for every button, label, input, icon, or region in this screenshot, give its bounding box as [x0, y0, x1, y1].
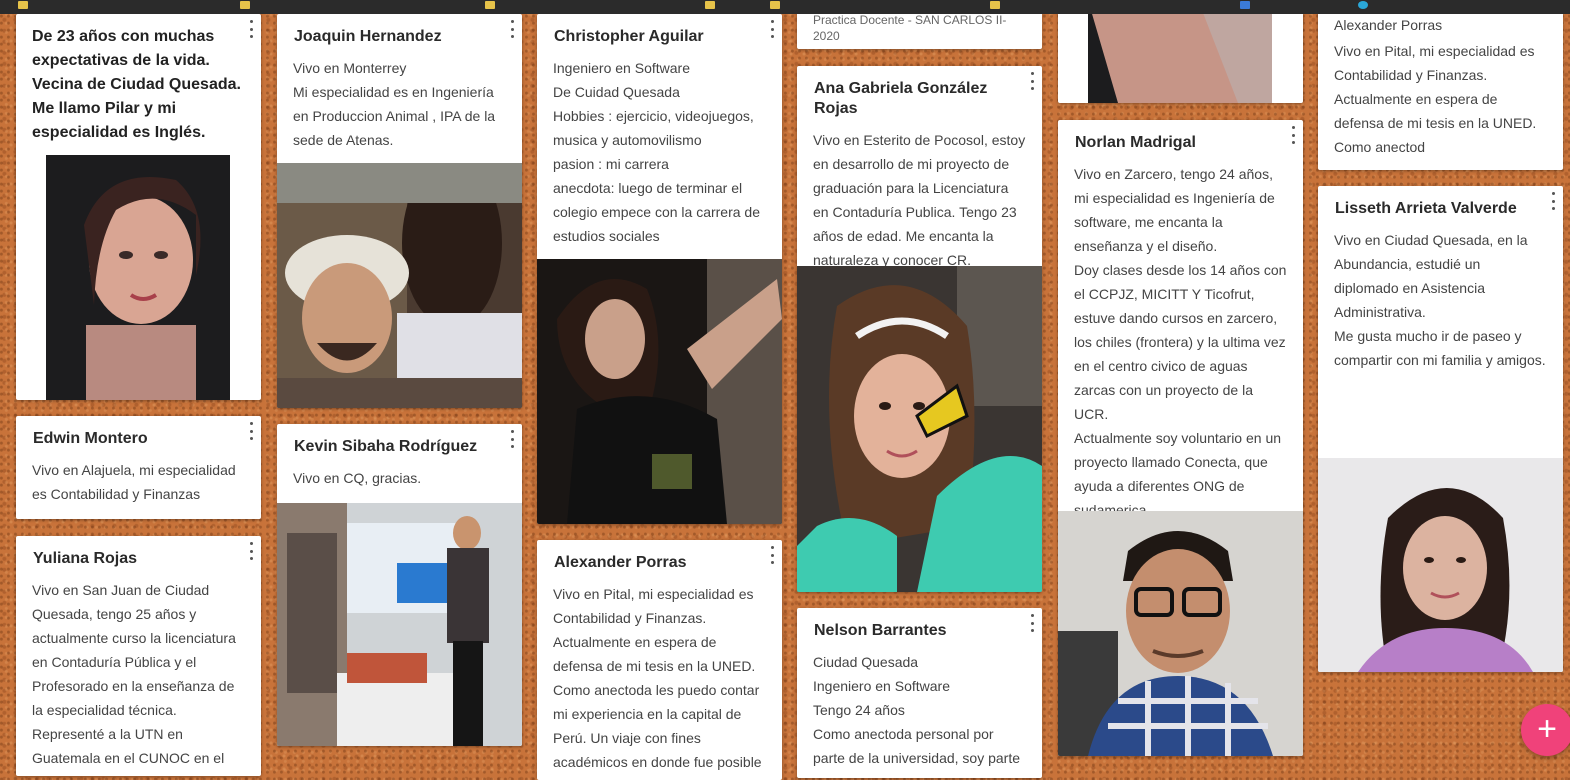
- post-body: Vivo en CQ, gracias.: [293, 470, 422, 486]
- man-with-glasses-photo: [1058, 511, 1303, 756]
- post-menu-button[interactable]: [1028, 71, 1036, 91]
- post-title: Alexander Porras: [1334, 17, 1443, 33]
- post-menu-button[interactable]: [1289, 125, 1297, 145]
- post-card-kevin[interactable]: Kevin Sibaha Rodríguez Vivo en CQ, graci…: [277, 424, 522, 746]
- post-card-alexander[interactable]: Alexander Porras Vivo en Pital, mi espec…: [537, 540, 782, 780]
- selfie-photo: [537, 259, 782, 524]
- bookmark-icon[interactable]: [1240, 1, 1250, 9]
- cropped-portrait-photo: [1088, 0, 1272, 103]
- post-photo[interactable]: [1318, 458, 1563, 672]
- post-menu-button[interactable]: [1028, 613, 1036, 633]
- link-source: padlet: [797, 46, 1042, 49]
- post-body: Vivo en Alajuela, mi especialidad es Con…: [32, 462, 236, 502]
- post-card-edwin[interactable]: Edwin Montero Vivo en Alajuela, mi espec…: [16, 416, 261, 519]
- woman-with-butterfly-photo: [797, 266, 1042, 592]
- post-body: De 23 años con muchas expectativas de la…: [32, 28, 241, 141]
- post-photo[interactable]: [797, 266, 1042, 592]
- post-title: Alexander Porras: [554, 554, 687, 571]
- post-body: Vivo en Esterito de Pocosol, estoy en de…: [813, 132, 1026, 268]
- post-photo[interactable]: [1058, 511, 1303, 756]
- post-card-christopher[interactable]: Christopher Aguilar Ingeniero en Softwar…: [537, 14, 782, 524]
- post-card-ana[interactable]: Ana Gabriela González Rojas Vivo en Este…: [797, 66, 1042, 592]
- post-card-nelson[interactable]: Nelson Barrantes Ciudad Quesada Ingenier…: [797, 608, 1042, 778]
- post-title: Nelson Barrantes: [814, 622, 947, 639]
- post-body: Vivo en Pital, mi especialidad es Contab…: [553, 586, 762, 770]
- plus-icon: +: [1537, 710, 1557, 748]
- post-menu-button[interactable]: [508, 429, 516, 449]
- post-card-norlan[interactable]: Norlan Madrigal Vivo en Zarcero, tengo 2…: [1058, 120, 1303, 756]
- post-body: Vivo en Zarcero, tengo 24 años, mi espec…: [1074, 166, 1287, 518]
- post-menu-button[interactable]: [247, 541, 255, 561]
- post-title: Kevin Sibaha Rodríguez: [294, 438, 478, 455]
- bookmark-folder-icon[interactable]: [18, 1, 28, 9]
- post-card-joaquin[interactable]: Joaquin Hernandez Vivo en Monterrey Mi e…: [277, 14, 522, 408]
- post-photo[interactable]: [1088, 0, 1272, 103]
- post-body: Ciudad Quesada Ingeniero en Software Ten…: [813, 654, 1021, 766]
- post-body: Ingeniero en Software De Cuidad Quesada …: [553, 60, 761, 244]
- post-card-lisseth[interactable]: Lisseth Arrieta Valverde Vivo en Ciudad …: [1318, 186, 1563, 672]
- bookmark-folder-icon[interactable]: [770, 1, 780, 9]
- post-body: Vivo en Monterrey Mi especialidad es en …: [293, 60, 496, 148]
- bookmark-folder-icon[interactable]: [485, 1, 495, 9]
- post-card-yuliana[interactable]: Yuliana Rojas Vivo en San Juan de Ciudad…: [16, 536, 261, 776]
- post-menu-button[interactable]: [247, 421, 255, 441]
- post-menu-button[interactable]: [508, 19, 516, 39]
- bookmark-folder-icon[interactable]: [705, 1, 715, 9]
- post-title: Joaquin Hernandez: [294, 28, 442, 45]
- man-with-horse-photo: [277, 163, 522, 408]
- post-body: Vivo en Pital, mi especialidad es Contab…: [1334, 43, 1537, 155]
- post-title: Yuliana Rojas: [33, 550, 138, 567]
- bookmark-folder-icon[interactable]: [240, 1, 250, 9]
- post-body: Vivo en Ciudad Quesada, en la Abundancia…: [1334, 232, 1546, 368]
- post-photo[interactable]: [537, 259, 782, 524]
- post-photo[interactable]: [277, 503, 522, 746]
- post-menu-button[interactable]: [1549, 191, 1557, 211]
- post-title: Norlan Madrigal: [1075, 134, 1196, 151]
- post-menu-button[interactable]: [247, 19, 255, 39]
- post-photo[interactable]: [46, 155, 230, 400]
- post-menu-button[interactable]: [768, 19, 776, 39]
- bookmark-icon[interactable]: [1358, 1, 1368, 9]
- man-at-booth-photo: [277, 503, 522, 746]
- bookmarks-bar: [0, 0, 1570, 14]
- bookmark-folder-icon[interactable]: [990, 1, 1000, 9]
- woman-portrait-photo: [1318, 458, 1563, 672]
- post-body: Vivo en San Juan de Ciudad Quesada, teng…: [32, 582, 236, 776]
- post-title: Lisseth Arrieta Valverde: [1335, 200, 1517, 217]
- post-card-partial-photo[interactable]: [1058, 0, 1303, 103]
- portrait-photo: [46, 155, 230, 400]
- add-post-button[interactable]: +: [1521, 704, 1570, 756]
- post-title: Edwin Montero: [33, 430, 148, 447]
- post-menu-button[interactable]: [768, 545, 776, 565]
- post-card-alexander-duplicate[interactable]: Alexander Porras Vivo en Pital, mi espec…: [1318, 0, 1563, 170]
- post-title: Ana Gabriela González Rojas: [814, 80, 988, 117]
- link-title[interactable]: Practica Docente - SAN CARLOS II-2020: [797, 12, 1042, 44]
- post-title: Christopher Aguilar: [554, 28, 704, 45]
- post-card-pilar[interactable]: De 23 años con muchas expectativas de la…: [16, 14, 261, 400]
- post-photo[interactable]: [277, 163, 522, 408]
